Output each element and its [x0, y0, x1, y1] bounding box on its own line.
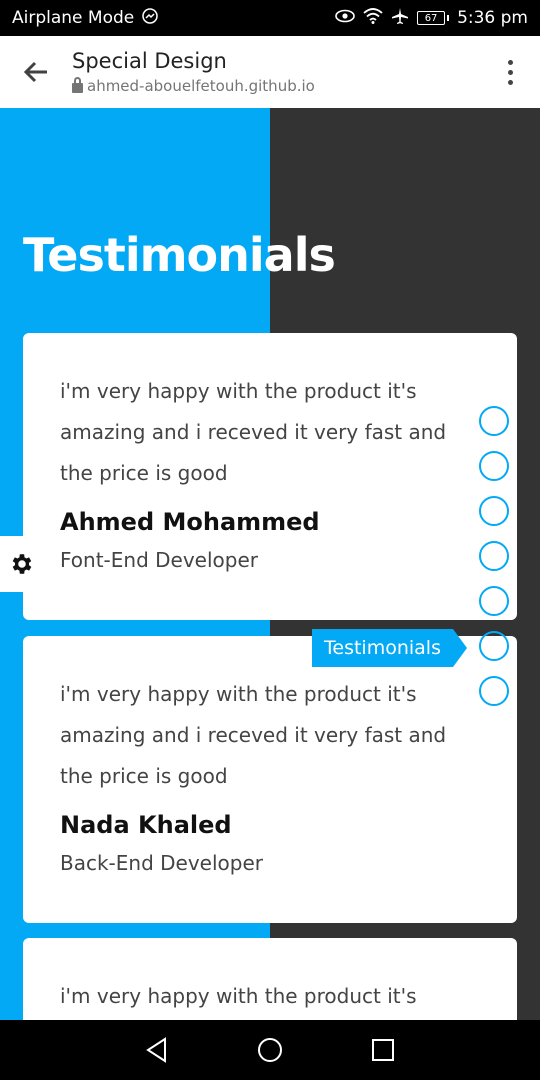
status-bar: Airplane Mode 67 5:36 pm [0, 0, 540, 36]
settings-toggle-button[interactable] [0, 536, 44, 592]
triangle-back-icon [145, 1037, 166, 1063]
page-title-area[interactable]: Special Design ahmed-abouelfetouh.github… [72, 49, 480, 95]
system-navigation-bar [0, 1020, 540, 1080]
page-url: ahmed-abouelfetouh.github.io [87, 77, 315, 95]
nav-bullet[interactable] [479, 451, 509, 481]
battery-tip [447, 15, 450, 21]
testimonial-role: Back-End Developer [60, 851, 263, 875]
system-home-button[interactable] [245, 1025, 295, 1075]
eye-icon [335, 8, 355, 28]
lock-icon [72, 77, 83, 93]
gear-icon [12, 554, 32, 574]
nav-bullet[interactable] [479, 586, 509, 616]
testimonial-quote: i'm very happy with the product it's ama… [60, 682, 447, 788]
system-recents-button[interactable] [358, 1025, 408, 1075]
nav-bullet[interactable] [479, 496, 509, 526]
nav-bullet[interactable] [479, 541, 509, 571]
testimonial-card: i'm very happy with the product it's ama… [23, 333, 517, 620]
testimonial-name: Ahmed Mohammed [60, 508, 320, 536]
browser-toolbar: Special Design ahmed-abouelfetouh.github… [0, 36, 540, 108]
testimonial-card: i'm very happy with the product it's [23, 938, 517, 1020]
testimonial-role: Font-End Developer [60, 548, 258, 572]
circle-home-icon [257, 1038, 282, 1062]
square-recents-icon [372, 1039, 395, 1061]
testimonial-card: i'm very happy with the product it's ama… [23, 636, 517, 923]
airplane-icon [391, 7, 409, 30]
testimonial-name: Nada Khaled [60, 811, 232, 839]
testimonial-quote: i'm very happy with the product it's ama… [60, 379, 447, 485]
more-options-button[interactable] [480, 36, 540, 108]
page-content[interactable]: Testimonials i'm very happy with the pro… [0, 108, 540, 1020]
dot-icon [507, 59, 513, 65]
testimonial-quote: i'm very happy with the product it's [60, 984, 417, 1008]
dot-icon [507, 69, 513, 75]
status-airplane-text: Airplane Mode [12, 8, 135, 28]
nav-bullet[interactable] [479, 406, 509, 436]
back-button[interactable] [0, 36, 72, 108]
section-title: Testimonials [23, 228, 336, 282]
messenger-icon [142, 7, 158, 29]
nav-bullet[interactable] [479, 676, 509, 706]
nav-bullet-testimonials[interactable] [479, 631, 509, 661]
dot-icon [507, 79, 513, 85]
battery-icon: 67 [417, 11, 446, 25]
status-time: 5:36 pm [457, 8, 528, 28]
system-back-button[interactable] [132, 1025, 182, 1075]
page-title: Special Design [72, 49, 227, 73]
arrow-left-icon [23, 61, 47, 83]
section-nav-bullets [479, 406, 509, 706]
nav-bullet-tooltip: Testimonials [312, 629, 467, 667]
wifi-icon [363, 7, 383, 29]
